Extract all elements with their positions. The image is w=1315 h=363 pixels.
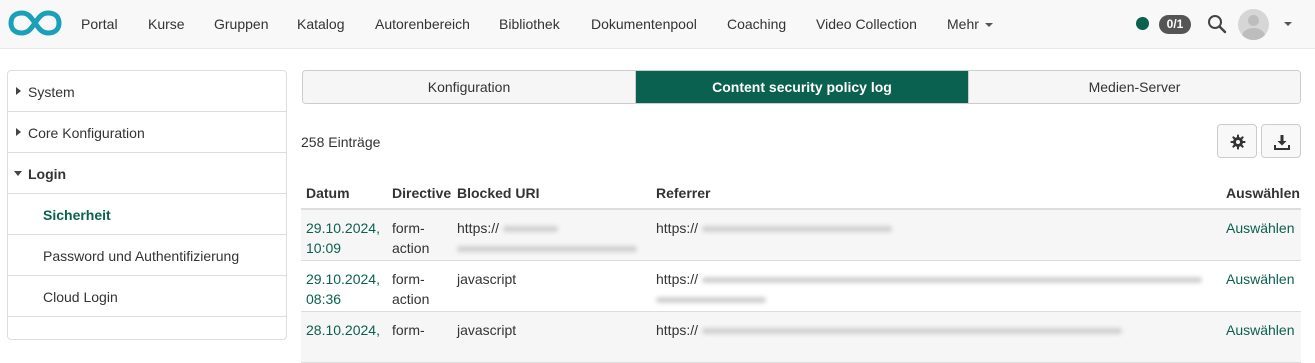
- blocked-uri-cell: javascript: [457, 269, 516, 289]
- table-settings-button[interactable]: [1217, 124, 1257, 158]
- caret-down-icon: [14, 171, 22, 176]
- nav-katalog[interactable]: Katalog: [297, 16, 344, 32]
- directive-line: action: [392, 240, 430, 256]
- search-icon[interactable]: [1207, 14, 1227, 34]
- user-avatar[interactable]: [1238, 9, 1269, 40]
- nav-video-collection[interactable]: Video Collection: [816, 16, 917, 32]
- chevron-down-icon: [984, 23, 993, 28]
- tab-medien-server[interactable]: Medien-Server: [969, 71, 1300, 103]
- tab-content-security-policy-log[interactable]: Content security policy log: [636, 71, 969, 103]
- sidebar-item-label: System: [28, 84, 75, 100]
- directive-line: form-: [392, 271, 425, 287]
- download-icon: [1274, 135, 1290, 150]
- nav-more-label: Mehr: [947, 16, 979, 32]
- avatar-head-shape: [1248, 15, 1259, 26]
- directive-line: action: [392, 291, 430, 307]
- table-row: 29.10.2024, 10:09 form- action https:// …: [301, 210, 1301, 261]
- nav-gruppen[interactable]: Gruppen: [214, 16, 268, 32]
- column-header-directive[interactable]: Directive: [392, 185, 451, 201]
- nav-more-menu[interactable]: Mehr: [947, 16, 993, 32]
- redacted-text: [502, 226, 558, 233]
- gear-icon: [1230, 134, 1246, 150]
- sidebar-item-system[interactable]: System: [8, 71, 286, 112]
- avatar-body-shape: [1242, 28, 1265, 40]
- sidebar-item-password-authentifizierung[interactable]: Password und Authentifizierung: [8, 235, 286, 276]
- time-line: 08:36: [306, 291, 342, 307]
- redacted-text: [701, 277, 1202, 284]
- sidebar-item-label: Sicherheit: [43, 207, 111, 223]
- directive-cell: form- action: [392, 218, 429, 258]
- redacted-text: [656, 297, 766, 304]
- referrer-text: https://: [656, 220, 699, 236]
- caret-right-icon: [16, 128, 21, 136]
- directive-cell: form-: [392, 320, 425, 340]
- redacted-text: [701, 226, 892, 233]
- date-link[interactable]: 29.10.2024, 10:09: [306, 218, 380, 258]
- nav-portal[interactable]: Portal: [81, 16, 118, 32]
- referrer-text: https://: [656, 271, 699, 287]
- nav-coaching[interactable]: Coaching: [727, 16, 786, 32]
- top-navigation: Portal Kurse Gruppen Katalog Autorenbere…: [0, 0, 1315, 49]
- referrer-cell: https://: [656, 218, 892, 238]
- referrer-cell: https://: [656, 269, 1202, 309]
- nav-bibliothek[interactable]: Bibliothek: [499, 16, 560, 32]
- blocked-uri-cell: https://: [457, 218, 637, 258]
- directive-line: form-: [392, 220, 425, 236]
- column-header-referrer[interactable]: Referrer: [656, 185, 710, 201]
- date-line: 29.10.2024,: [306, 220, 380, 236]
- redacted-text: [701, 328, 1122, 335]
- sidebar-item-login[interactable]: Login: [8, 153, 286, 194]
- directive-line: form-: [392, 322, 425, 338]
- nav-autorenbereich[interactable]: Autorenbereich: [375, 16, 470, 32]
- nav-dokumentenpool[interactable]: Dokumentenpool: [591, 16, 697, 32]
- openolat-logo[interactable]: [8, 9, 62, 37]
- notification-counter-badge[interactable]: 0/1: [1159, 15, 1191, 34]
- caret-right-icon: [16, 87, 21, 95]
- tab-konfiguration[interactable]: Konfiguration: [303, 71, 636, 103]
- admin-tabs: Konfiguration Content security policy lo…: [302, 70, 1301, 104]
- table-row: 29.10.2024, 08:36 form- action javascrip…: [301, 261, 1301, 312]
- column-header-datum[interactable]: Datum: [306, 185, 350, 201]
- referrer-text: https://: [656, 322, 699, 338]
- date-link[interactable]: 28.10.2024,: [306, 320, 380, 340]
- column-header-blocked-uri[interactable]: Blocked URI: [457, 185, 539, 201]
- select-link[interactable]: Auswählen: [1226, 218, 1295, 238]
- sidebar-item-cloud-login[interactable]: Cloud Login: [8, 276, 286, 317]
- date-line: 28.10.2024,: [306, 322, 380, 338]
- nav-kurse[interactable]: Kurse: [148, 16, 185, 32]
- directive-cell: form- action: [392, 269, 429, 309]
- blocked-uri-text: https://: [457, 220, 500, 236]
- sidebar-item-core-konfiguration[interactable]: Core Konfiguration: [8, 112, 286, 153]
- table-row: 28.10.2024, form- javascript https:// Au…: [301, 312, 1301, 363]
- entries-count: 258 Einträge: [301, 134, 381, 150]
- sidebar-item-label: Cloud Login: [43, 289, 118, 305]
- blocked-uri-text: javascript: [457, 322, 517, 338]
- time-line: 10:09: [306, 240, 342, 256]
- sidebar-item-label: Core Konfiguration: [28, 125, 145, 141]
- download-button[interactable]: [1261, 124, 1301, 158]
- select-link[interactable]: Auswählen: [1226, 269, 1295, 289]
- select-link[interactable]: Auswählen: [1226, 320, 1295, 340]
- date-link[interactable]: 29.10.2024, 08:36: [306, 269, 380, 309]
- sidebar-item-sicherheit[interactable]: Sicherheit: [8, 194, 286, 235]
- blocked-uri-text: javascript: [457, 271, 517, 287]
- admin-sidebar: System Core Konfiguration Login Sicherhe…: [7, 70, 287, 340]
- referrer-cell: https://: [656, 320, 1122, 340]
- blocked-uri-cell: javascript: [457, 320, 516, 340]
- user-menu-chevron-down-icon[interactable]: [1284, 22, 1292, 26]
- date-line: 29.10.2024,: [306, 271, 380, 287]
- redacted-text: [457, 246, 637, 253]
- sidebar-item-label: Login: [28, 166, 67, 182]
- sidebar-item-label: Password und Authentifizierung: [43, 248, 240, 264]
- online-status-icon[interactable]: [1136, 17, 1149, 30]
- column-header-auswaehlen: Auswählen: [1226, 185, 1300, 201]
